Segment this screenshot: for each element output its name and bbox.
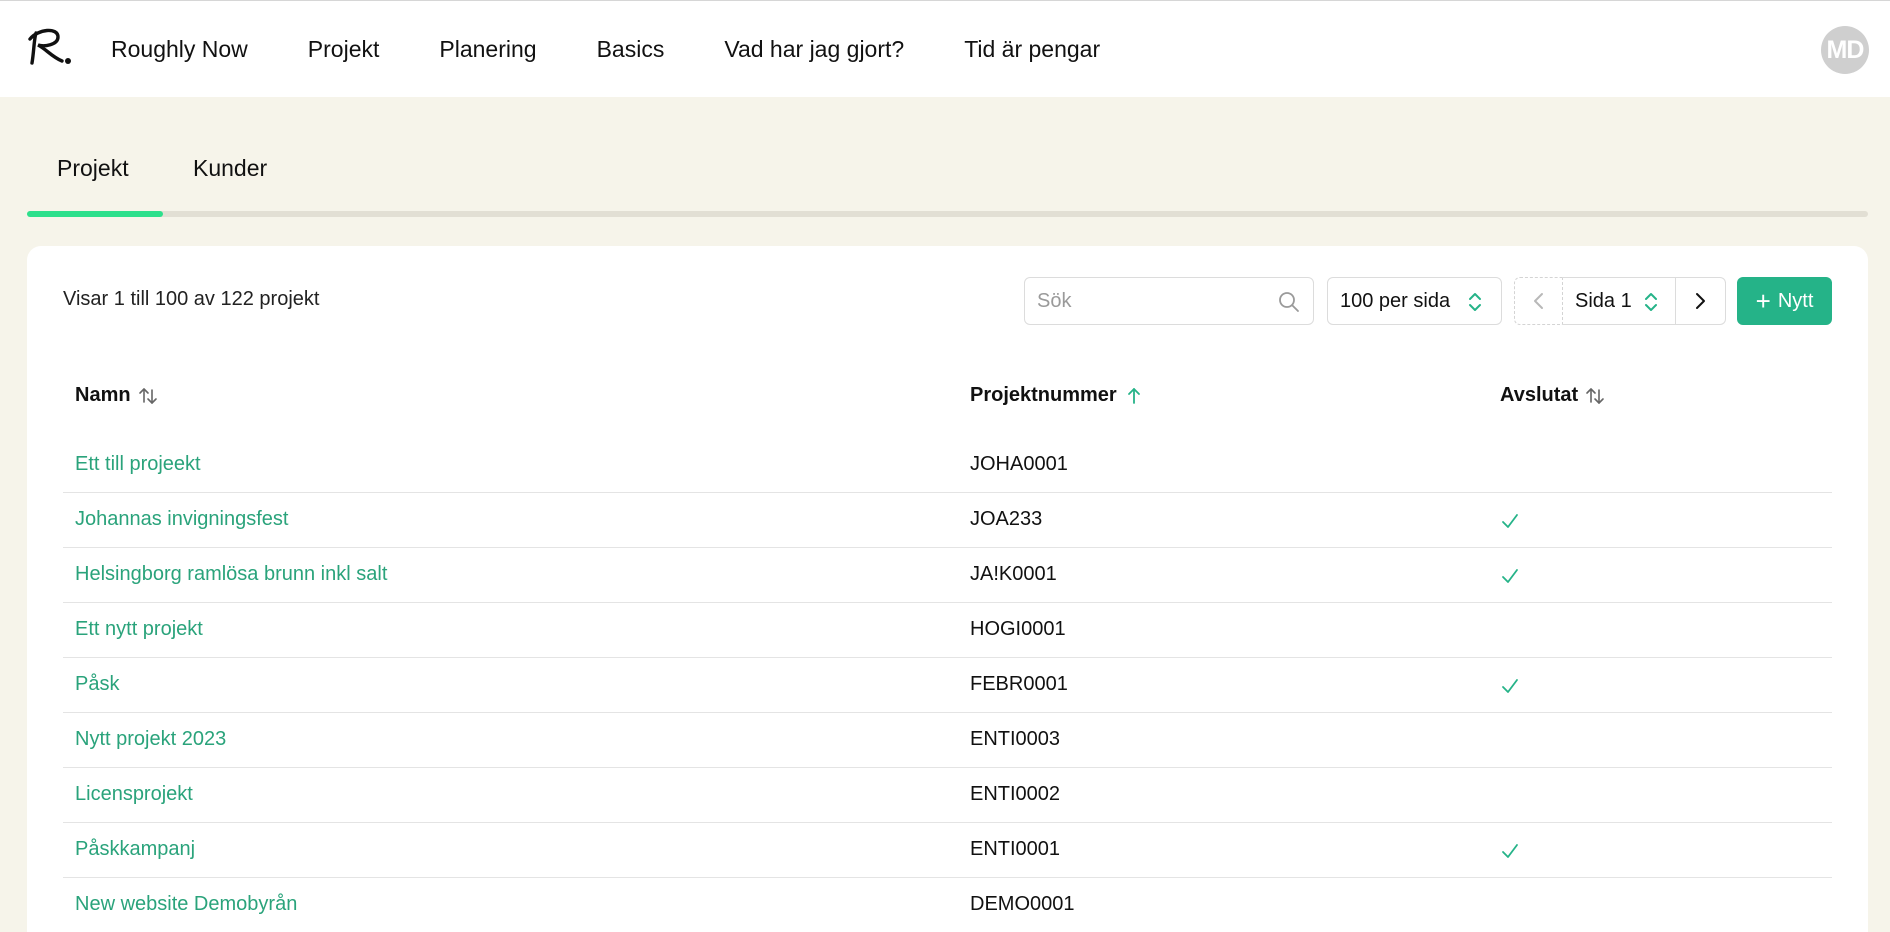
- tab-track: [27, 211, 1868, 217]
- top-navigation-bar: Roughly Now Projekt Planering Basics Vad…: [0, 0, 1890, 97]
- nav-item-planering[interactable]: Planering: [439, 36, 536, 63]
- column-header-avslutat[interactable]: Avslutat: [1500, 384, 1606, 407]
- table-body: Ett till projeekt JOHA0001 Johannas invign…: [63, 438, 1832, 932]
- page-value: Sida 1: [1575, 289, 1632, 312]
- table-row: Nytt projekt 2023 ENTI0003: [63, 713, 1832, 768]
- project-number: DEMO0001: [970, 893, 1075, 915]
- active-tab-indicator: [27, 211, 163, 217]
- chevron-right-icon: [1696, 293, 1705, 309]
- chevron-up-down-icon: [1469, 293, 1481, 311]
- project-name-link[interactable]: New website Demobyrån: [75, 893, 297, 916]
- nav-item-projekt[interactable]: Projekt: [308, 36, 380, 63]
- project-name-link[interactable]: Ett till projeekt: [75, 453, 201, 476]
- column-header-label: Namn: [75, 384, 131, 406]
- new-button-label: Nytt: [1777, 289, 1814, 312]
- project-number: ENTI0003: [970, 728, 1061, 750]
- tab-kunder[interactable]: Kunder: [193, 155, 267, 182]
- results-count: Visar 1 till 100 av 122 projekt: [63, 288, 320, 310]
- chevron-left-icon: [1533, 293, 1543, 309]
- project-number: ENTI0002: [970, 783, 1061, 805]
- search-box: [1024, 277, 1314, 325]
- checkmark-icon: [1502, 844, 1518, 858]
- search-icon[interactable]: [1277, 290, 1301, 314]
- page-select[interactable]: Sida 1: [1562, 277, 1676, 325]
- project-number: JOHA0001: [970, 453, 1068, 475]
- main-nav: Roughly Now Projekt Planering Basics Vad…: [111, 1, 1160, 98]
- checkmark-icon: [1502, 514, 1518, 528]
- nav-item-roughly-now[interactable]: Roughly Now: [111, 36, 248, 63]
- project-name-link[interactable]: Ett nytt projekt: [75, 618, 203, 641]
- project-name-link[interactable]: Nytt projekt 2023: [75, 728, 226, 751]
- project-number: JOA233: [970, 508, 1043, 530]
- table-row: Påsk FEBR0001: [63, 658, 1832, 713]
- sort-icon: [138, 387, 157, 404]
- pagination: Sida 1: [1514, 277, 1726, 325]
- next-page-button[interactable]: [1675, 277, 1726, 325]
- checkmark-icon: [1502, 569, 1518, 583]
- previous-page-button[interactable]: [1514, 277, 1563, 325]
- project-name-link[interactable]: Licensprojekt: [75, 783, 193, 806]
- projects-card: Visar 1 till 100 av 122 projekt 100 per …: [27, 246, 1868, 932]
- project-name-link[interactable]: Påsk: [75, 673, 119, 696]
- project-number: HOGI0001: [970, 618, 1066, 640]
- tab-projekt[interactable]: Projekt: [57, 155, 129, 182]
- nav-item-vad-har-jag-gjort[interactable]: Vad har jag gjort?: [724, 36, 904, 63]
- project-name-link[interactable]: Helsingborg ramlösa brunn inkl salt: [75, 563, 387, 586]
- table-row: Påskkampanj ENTI0001: [63, 823, 1832, 878]
- checkmark-icon: [1502, 679, 1518, 693]
- project-name-link[interactable]: Johannas invigningsfest: [75, 508, 288, 531]
- table-row: New website Demobyrån DEMO0001: [63, 878, 1832, 932]
- table-row: Ett nytt projekt HOGI0001: [63, 603, 1832, 658]
- sort-ascending-icon: [1127, 387, 1140, 404]
- new-project-button[interactable]: + Nytt: [1737, 277, 1832, 325]
- logo-icon[interactable]: [24, 23, 74, 73]
- column-header-namn[interactable]: Namn: [75, 384, 159, 407]
- column-header-label: Projektnummer: [970, 384, 1117, 406]
- column-header-projektnummer[interactable]: Projektnummer: [970, 384, 1145, 407]
- table-row: Ett till projeekt JOHA0001: [63, 438, 1832, 493]
- project-number: FEBR0001: [970, 673, 1068, 695]
- project-name-link[interactable]: Påskkampanj: [75, 838, 195, 861]
- search-input[interactable]: [1025, 278, 1265, 324]
- column-header-label: Avslutat: [1500, 384, 1579, 406]
- tab-bar: Projekt Kunder: [27, 140, 1868, 218]
- project-number: JA!K0001: [970, 563, 1057, 585]
- avatar[interactable]: MD: [1821, 26, 1869, 74]
- projects-table: Namn Projektnummer Avslutat Ett till pro…: [63, 368, 1832, 932]
- plus-icon: +: [1755, 286, 1771, 316]
- per-page-select[interactable]: 100 per sida: [1327, 277, 1502, 325]
- nav-item-tid-ar-pengar[interactable]: Tid är pengar: [964, 36, 1100, 63]
- table-header: Namn Projektnummer Avslutat: [63, 368, 1832, 438]
- table-row: Licensprojekt ENTI0002: [63, 768, 1832, 823]
- per-page-value: 100 per sida: [1340, 289, 1451, 312]
- sort-icon: [1586, 387, 1604, 404]
- nav-item-basics[interactable]: Basics: [597, 36, 665, 63]
- table-row: Johannas invigningsfest JOA233: [63, 493, 1832, 548]
- project-number: ENTI0001: [970, 838, 1061, 860]
- table-row: Helsingborg ramlösa brunn inkl salt JA!K0…: [63, 548, 1832, 603]
- chevron-up-down-icon: [1645, 293, 1657, 311]
